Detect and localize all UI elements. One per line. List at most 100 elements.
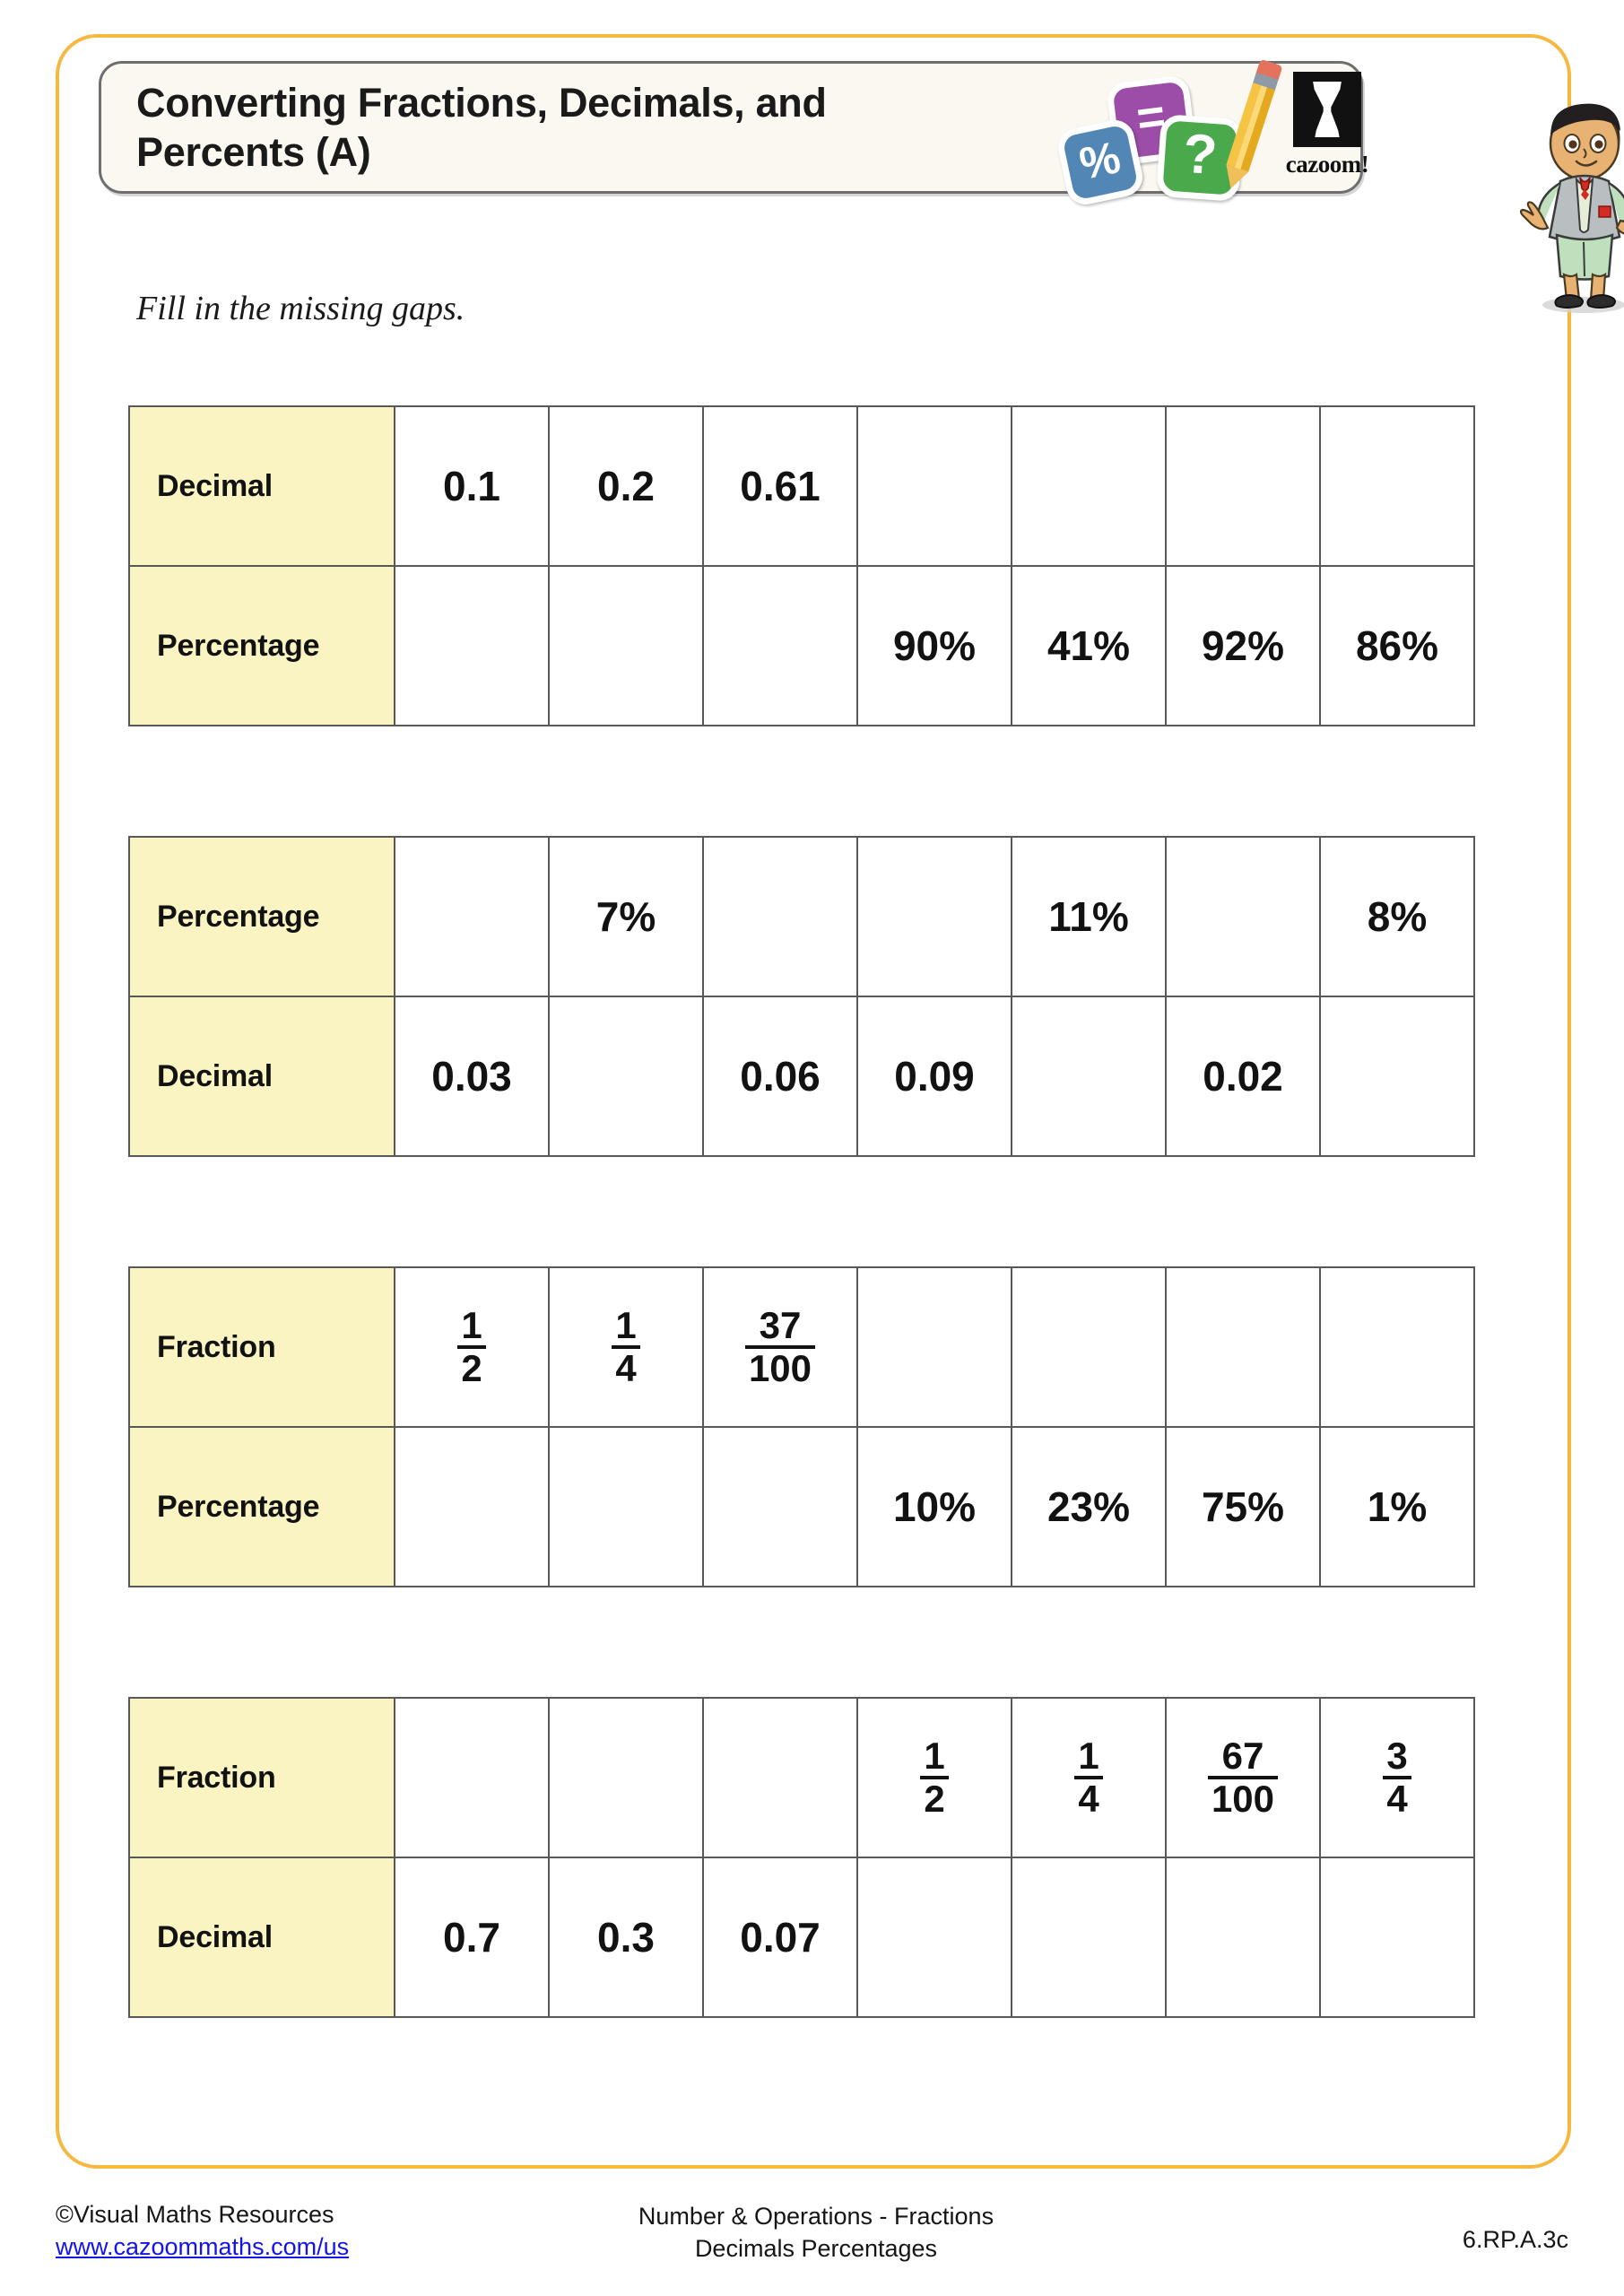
answer-blank-cell[interactable] (1165, 836, 1321, 997)
fraction-numerator: 1 (461, 1304, 482, 1347)
value-cell: 0.3 (548, 1857, 704, 2018)
value-cell: 37 100 (702, 1266, 858, 1428)
answer-blank-cell[interactable] (702, 1426, 858, 1587)
value-cell: 11% (1011, 836, 1167, 997)
worksheet-footer: ©Visual Maths Resources www.cazoommaths.… (0, 2199, 1624, 2296)
answer-blank-cell[interactable] (394, 1697, 550, 1858)
fraction-numerator: 37 (759, 1304, 802, 1347)
table-row: Decimal 0.1 0.2 0.61 (128, 405, 1475, 567)
fraction-denominator: 100 (744, 1345, 816, 1388)
answer-blank-cell[interactable] (856, 1857, 1012, 2018)
fraction-denominator: 4 (1383, 1776, 1411, 1819)
conversion-table-1: Decimal 0.1 0.2 0.61 Percentage 90% 41% 92% 86% (128, 405, 1475, 726)
fraction-value: 14 (612, 1304, 640, 1388)
answer-blank-cell[interactable] (1011, 1266, 1167, 1428)
answer-blank-cell[interactable] (856, 836, 1012, 997)
table-row: Decimal 0.03 0.06 0.09 0.02 (128, 996, 1475, 1157)
answer-blank-cell[interactable] (394, 565, 550, 726)
value-cell: 41% (1011, 565, 1167, 726)
answer-blank-cell[interactable] (856, 1266, 1012, 1428)
answer-blank-cell[interactable] (1319, 996, 1475, 1157)
answer-blank-cell[interactable] (1011, 1857, 1167, 2018)
topic-line-1: Number & Operations - Fractions (638, 2203, 994, 2230)
hourglass-mark-icon (1293, 72, 1361, 147)
row-label: Percentage (128, 836, 395, 997)
table-1-body: Decimal 0.1 0.2 0.61 Percentage 90% 41% 92% 86% (128, 405, 1475, 726)
question-glyph: ? (1180, 122, 1220, 187)
answer-blank-cell[interactable] (1165, 1266, 1321, 1428)
conversion-table-3: Fraction 1 2 1 4 37 100 Percentage 10% 23% 75% 1% (128, 1266, 1475, 1587)
fraction-numerator: 1 (1078, 1735, 1099, 1778)
table-3-body: Fraction 1 2 1 4 37 100 Percentage 10% 23% 75% 1% (128, 1266, 1475, 1587)
website-link[interactable]: www.cazoommaths.com/us (56, 2231, 349, 2264)
conversion-table-4: Fraction 1 2 1 4 67 100 3 4 Decimal 0.7 0.3 0.07 (128, 1697, 1475, 2018)
value-cell: 14 (548, 1266, 704, 1428)
answer-blank-cell[interactable] (394, 1426, 550, 1587)
percent-glyph: % (1075, 132, 1125, 190)
fraction-denominator: 4 (612, 1345, 640, 1388)
fraction-value: 37 100 (744, 1304, 816, 1388)
value-cell: 10% (856, 1426, 1012, 1587)
answer-blank-cell[interactable] (856, 405, 1012, 567)
value-cell: 0.06 (702, 996, 858, 1157)
fraction-numerator: 1 (924, 1735, 945, 1778)
cazoom-logo-cluster: = % ? cazoom! (1049, 54, 1372, 209)
row-label: Percentage (128, 565, 395, 726)
row-label: Fraction (128, 1266, 395, 1428)
answer-blank-cell[interactable] (702, 565, 858, 726)
fraction-value: 67 100 (1207, 1736, 1279, 1819)
fraction-denominator: 4 (1074, 1776, 1103, 1819)
table-row: Percentage 90% 41% 92% 86% (128, 565, 1475, 726)
table-row: Decimal 0.7 0.3 0.07 (128, 1857, 1475, 2018)
answer-blank-cell[interactable] (1319, 405, 1475, 567)
table-row: Fraction 1 2 1 4 67 100 3 4 (128, 1697, 1475, 1858)
answer-blank-cell[interactable] (1319, 1857, 1475, 2018)
value-cell: 1% (1319, 1426, 1475, 1587)
answer-blank-cell[interactable] (1011, 996, 1167, 1157)
answer-blank-cell[interactable] (1011, 405, 1167, 567)
value-cell: 12 (856, 1697, 1012, 1858)
fraction-denominator: 2 (457, 1345, 486, 1388)
value-cell: 0.7 (394, 1857, 550, 2018)
answer-blank-cell[interactable] (394, 836, 550, 997)
answer-blank-cell[interactable] (1319, 1266, 1475, 1428)
answer-blank-cell[interactable] (702, 1697, 858, 1858)
brand-wordmark: cazoom! (1285, 151, 1369, 178)
answer-blank-cell[interactable] (1165, 405, 1321, 567)
value-cell: 0.02 (1165, 996, 1321, 1157)
answer-blank-cell[interactable] (548, 996, 704, 1157)
value-cell: 75% (1165, 1426, 1321, 1587)
table-row: Percentage 7% 11% 8% (128, 836, 1475, 997)
fraction-numerator: 3 (1386, 1735, 1408, 1778)
answer-blank-cell[interactable] (548, 1426, 704, 1587)
row-label: Fraction (128, 1697, 395, 1858)
fraction-denominator: 100 (1207, 1776, 1279, 1819)
value-cell: 0.61 (702, 405, 858, 567)
value-cell: 23% (1011, 1426, 1167, 1587)
table-row: Fraction 1 2 1 4 37 100 (128, 1266, 1475, 1428)
table-4-body: Fraction 1 2 1 4 67 100 3 4 Decimal 0.7 0.3 0.07 (128, 1697, 1475, 2018)
row-label: Decimal (128, 1857, 395, 2018)
value-cell: 0.03 (394, 996, 550, 1157)
cazoom-brand-logo: cazoom! (1284, 72, 1370, 185)
row-label: Decimal (128, 405, 395, 567)
value-cell: 14 (1011, 1697, 1167, 1858)
value-cell: 0.07 (702, 1857, 858, 2018)
standard-code: 6.RP.A.3c (1462, 2226, 1568, 2253)
value-cell: 12 (394, 1266, 550, 1428)
worksheet-page: Converting Fractions, Decimals, and Perc… (0, 0, 1624, 2296)
answer-blank-cell[interactable] (702, 836, 858, 997)
conversion-table-2: Percentage 7% 11% 8% Decimal 0.03 0.06 0.09 0.02 (128, 836, 1475, 1157)
copyright-text: ©Visual Maths Resources (56, 2201, 334, 2228)
answer-blank-cell[interactable] (548, 565, 704, 726)
instruction-text: Fill in the missing gaps. (136, 290, 465, 327)
answer-blank-cell[interactable] (548, 1697, 704, 1858)
value-cell: 7% (548, 836, 704, 997)
percent-tile-icon: % (1054, 116, 1147, 209)
table-row: Percentage 10% 23% 75% 1% (128, 1426, 1475, 1587)
value-cell: 34 (1319, 1697, 1475, 1858)
fraction-numerator: 1 (615, 1304, 637, 1347)
value-cell: 92% (1165, 565, 1321, 726)
answer-blank-cell[interactable] (1165, 1857, 1321, 2018)
topic-line-2: Decimals Percentages (694, 2234, 938, 2262)
